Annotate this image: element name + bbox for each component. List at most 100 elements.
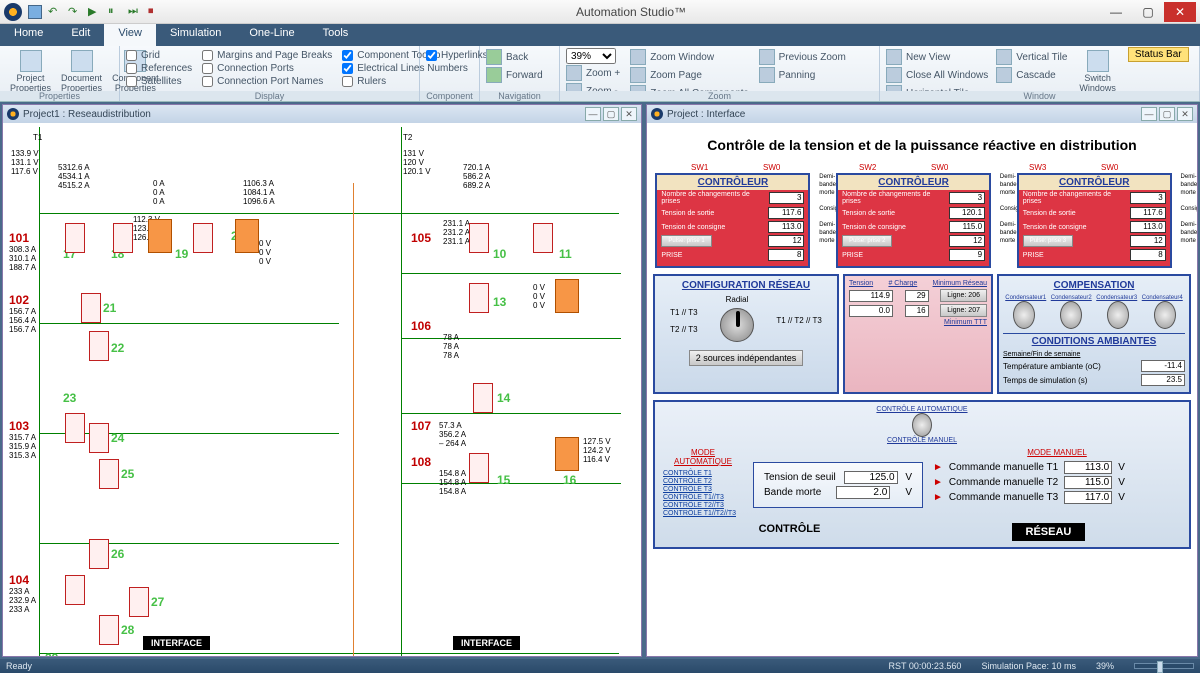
link-t1t3[interactable]: CONTRÔLE T1//T3 bbox=[663, 494, 743, 501]
tab-simulation[interactable]: Simulation bbox=[156, 24, 235, 46]
reseau-button[interactable]: RÉSEAU bbox=[1012, 523, 1086, 541]
qat-redo-icon[interactable]: ↷ bbox=[68, 5, 82, 19]
component-block[interactable] bbox=[99, 459, 119, 489]
document-properties-button[interactable]: Document Properties bbox=[57, 48, 106, 95]
comp-toggle-4[interactable] bbox=[1154, 301, 1176, 329]
component-block[interactable] bbox=[469, 283, 489, 313]
component-orange[interactable] bbox=[235, 219, 259, 253]
component-block[interactable] bbox=[65, 575, 85, 605]
pane1-min-button[interactable]: — bbox=[585, 107, 601, 121]
forward-button[interactable]: Forward bbox=[486, 66, 553, 84]
connection-port-names-checkbox[interactable]: Connection Port Names bbox=[202, 76, 332, 87]
man-t1-value[interactable]: 113.0 bbox=[1064, 461, 1112, 474]
panning-button[interactable]: Panning bbox=[759, 66, 846, 84]
zoom-window-button[interactable]: Zoom Window bbox=[630, 48, 748, 66]
new-view-button[interactable]: New View bbox=[886, 48, 988, 66]
component-block[interactable] bbox=[65, 413, 85, 443]
component-block[interactable] bbox=[129, 587, 149, 617]
close-button[interactable]: ✕ bbox=[1164, 2, 1196, 22]
connection-ports-checkbox[interactable]: Connection Ports bbox=[202, 63, 332, 74]
qat-step-icon[interactable]: ⏭ bbox=[128, 5, 142, 19]
auto-manual-toggle[interactable] bbox=[912, 413, 932, 437]
component-block[interactable] bbox=[81, 293, 101, 323]
component-orange[interactable] bbox=[148, 219, 172, 253]
interface-pane: Project : Interface — ▢ ✕ Contrôle de la… bbox=[646, 104, 1198, 657]
link-t3[interactable]: CONTRÔLE T3 bbox=[663, 486, 743, 493]
c3-pulse-button[interactable]: Pulse: prise 3 bbox=[1023, 235, 1073, 247]
component-orange[interactable] bbox=[555, 437, 579, 471]
controller-1: CONTRÔLEUR Nombre de changements de pris… bbox=[655, 173, 810, 268]
tab-edit[interactable]: Edit bbox=[57, 24, 104, 46]
comp-toggle-3[interactable] bbox=[1107, 301, 1129, 329]
mid-btn2[interactable]: Ligne: 207 bbox=[940, 304, 987, 317]
tab-oneline[interactable]: One-Line bbox=[235, 24, 308, 46]
grid-checkbox[interactable]: Grid bbox=[126, 50, 192, 61]
c1-pulse-button[interactable]: Pulse: prise 1 bbox=[661, 235, 711, 247]
tab-tools[interactable]: Tools bbox=[309, 24, 363, 46]
man-t2-value[interactable]: 115.0 bbox=[1064, 476, 1112, 489]
pane1-close-button[interactable]: ✕ bbox=[621, 107, 637, 121]
zoom-slider[interactable] bbox=[1134, 663, 1194, 669]
zoom-plus-button[interactable]: Zoom + bbox=[566, 64, 620, 82]
component-block[interactable] bbox=[99, 615, 119, 645]
zoom-page-button[interactable]: Zoom Page bbox=[630, 66, 748, 84]
vertical-tile-button[interactable]: Vertical Tile bbox=[996, 48, 1067, 66]
sw2-label: SW2 bbox=[859, 163, 876, 172]
tab-home[interactable]: Home bbox=[0, 24, 57, 46]
references-checkbox[interactable]: References bbox=[126, 63, 192, 74]
component-block[interactable] bbox=[193, 223, 213, 253]
comp-toggle-2[interactable] bbox=[1060, 301, 1082, 329]
component-block[interactable] bbox=[533, 223, 553, 253]
mid-btn1[interactable]: Ligne: 206 bbox=[940, 289, 987, 302]
t1-label: T1 bbox=[33, 133, 42, 142]
tab-view[interactable]: View bbox=[104, 24, 156, 46]
project-properties-button[interactable]: Project Properties bbox=[6, 48, 55, 95]
component-block[interactable] bbox=[89, 539, 109, 569]
zoom-select[interactable]: 39% bbox=[566, 48, 616, 64]
previous-zoom-button[interactable]: Previous Zoom bbox=[759, 48, 846, 66]
c2-pulse-button[interactable]: Pulse: prise 2 bbox=[842, 235, 892, 247]
close-all-windows-button[interactable]: Close All Windows bbox=[886, 66, 988, 84]
mid-v1: 114.9 bbox=[849, 290, 893, 302]
back-button[interactable]: Back bbox=[486, 48, 553, 66]
hmi-canvas[interactable]: Contrôle de la tension et de la puissanc… bbox=[647, 123, 1197, 656]
qat-undo-icon[interactable]: ↶ bbox=[48, 5, 62, 19]
component-block[interactable] bbox=[89, 423, 109, 453]
t2-label: T2 bbox=[403, 133, 412, 142]
schematic-canvas[interactable]: T1 133.9 V131.1 V117.6 V 5312.6 A4534.1 … bbox=[3, 123, 641, 656]
qat-pause-icon[interactable]: ⏸ bbox=[108, 5, 122, 19]
bande-value[interactable]: 2.0 bbox=[836, 486, 890, 499]
maximize-button[interactable]: ▢ bbox=[1132, 2, 1164, 22]
two-sources-button[interactable]: 2 sources indépendantes bbox=[689, 350, 804, 366]
config-knob[interactable] bbox=[720, 308, 754, 342]
satellites-checkbox[interactable]: Satellites bbox=[126, 76, 192, 87]
hyperlinks-checkbox[interactable]: Hyperlinks bbox=[426, 50, 473, 61]
man-t3-value[interactable]: 117.0 bbox=[1064, 491, 1112, 504]
margins-checkbox[interactable]: Margins and Page Breaks bbox=[202, 50, 332, 61]
pane2-close-button[interactable]: ✕ bbox=[1177, 107, 1193, 121]
pane1-max-button[interactable]: ▢ bbox=[603, 107, 619, 121]
qat-stop-icon[interactable]: ⏹ bbox=[148, 5, 162, 19]
qat-save-icon[interactable] bbox=[28, 5, 42, 19]
link-t1[interactable]: CONTRÔLE T1 bbox=[663, 470, 743, 477]
component-block[interactable] bbox=[469, 223, 489, 253]
qat-play-icon[interactable]: ▶ bbox=[88, 5, 102, 19]
status-bar-toggle[interactable]: Status Bar bbox=[1128, 47, 1189, 62]
pane2-min-button[interactable]: — bbox=[1141, 107, 1157, 121]
component-block[interactable] bbox=[113, 223, 133, 253]
component-block[interactable] bbox=[469, 453, 489, 483]
component-orange[interactable] bbox=[555, 279, 579, 313]
seuil-value[interactable]: 125.0 bbox=[844, 471, 898, 484]
controle-button[interactable]: CONTRÔLE bbox=[759, 523, 821, 541]
link-t2[interactable]: CONTRÔLE T2 bbox=[663, 478, 743, 485]
minimize-button[interactable]: — bbox=[1100, 2, 1132, 22]
comp-toggle-1[interactable] bbox=[1013, 301, 1035, 329]
component-block[interactable] bbox=[473, 383, 493, 413]
cascade-button[interactable]: Cascade bbox=[996, 66, 1067, 84]
component-block[interactable] bbox=[89, 331, 109, 361]
mid-v2: 0.0 bbox=[849, 305, 893, 317]
link-t1t2t3[interactable]: CONTRÔLE T1//T2//T3 bbox=[663, 510, 743, 517]
component-block[interactable] bbox=[65, 223, 85, 253]
pane2-max-button[interactable]: ▢ bbox=[1159, 107, 1175, 121]
link-t2t3[interactable]: CONTRÔLE T2//T3 bbox=[663, 502, 743, 509]
